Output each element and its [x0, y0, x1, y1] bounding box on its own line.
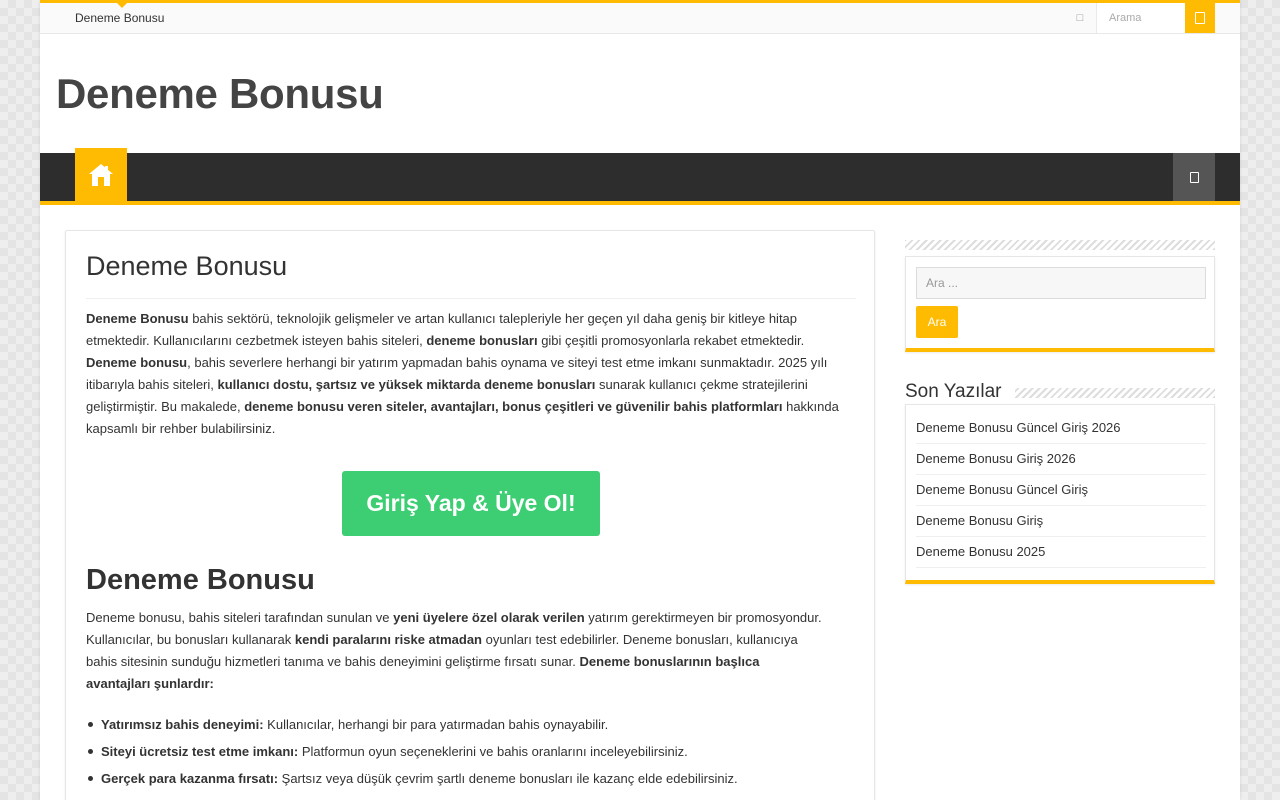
top-search: [1096, 3, 1186, 33]
search-icon: [1195, 12, 1205, 24]
recent-post-link[interactable]: Deneme Bonusu Güncel Giriş 2026: [916, 413, 1206, 444]
page-wrapper: Deneme Bonusu □ Deneme Bonusu Deneme Bon…: [40, 0, 1240, 800]
recent-posts-widget: Deneme Bonusu Güncel Giriş 2026 Deneme Bo…: [905, 404, 1215, 584]
list-item-label: Yatırımsız bahis deneyimi:: [101, 717, 264, 732]
recent-post-link[interactable]: Deneme Bonusu Güncel Giriş: [916, 475, 1206, 506]
recent-post-link[interactable]: Deneme Bonusu 2025: [916, 537, 1206, 568]
widget-divider: [1015, 388, 1215, 398]
bold-text: Deneme Bonusu: [86, 311, 189, 326]
bold-text: deneme bonusları: [426, 333, 538, 348]
text-run: Deneme bonusu, bahis siteleri tarafından…: [86, 610, 394, 625]
list-item: Yatırımsız bahis deneyimi: Kullanıcılar,…: [88, 714, 841, 741]
top-menu-link[interactable]: Deneme Bonusu: [75, 3, 164, 25]
bold-text: kendi paralarını riske atmadan: [294, 632, 482, 647]
list-item-label: Siteyi ücretsiz test etme imkanı:: [101, 744, 299, 759]
advantages-list: Yatırımsız bahis deneyimi: Kullanıcılar,…: [88, 714, 841, 795]
post-intro-paragraph: Deneme Bonusu bahis sektörü, teknolojik …: [86, 308, 856, 440]
bold-text: yeni üyelere özel olarak verilen: [393, 610, 585, 625]
list-item-label: Gerçek para kazanma fırsatı:: [101, 771, 279, 786]
site-title[interactable]: Deneme Bonusu: [56, 70, 384, 118]
random-icon: [1189, 171, 1199, 183]
recent-post-link[interactable]: Deneme Bonusu Giriş: [916, 506, 1206, 537]
section-heading: Deneme Bonusu: [86, 564, 315, 596]
post-content: Deneme Bonusu Deneme Bonusu bahis sektör…: [65, 230, 875, 800]
main-navigation: [40, 148, 1240, 205]
recent-posts-list: Deneme Bonusu Güncel Giriş 2026 Deneme Bo…: [916, 413, 1206, 568]
list-item-text: Şartsız veya düşük çevrim şartlı deneme …: [278, 771, 738, 786]
recent-post-link[interactable]: Deneme Bonusu Giriş 2026: [916, 444, 1206, 475]
list-item-text: Kullanıcılar, herhangi bir para yatırmad…: [263, 717, 609, 732]
sidebar-search-button[interactable]: Ara: [916, 306, 958, 338]
register-cta-button[interactable]: Giriş Yap & Üye Ol!: [342, 471, 600, 536]
top-bar: Deneme Bonusu □: [40, 0, 1240, 34]
text-run: gibi çeşitli promosyonlarla rekabet etme…: [537, 333, 805, 348]
random-post-button[interactable]: [1173, 153, 1215, 201]
list-item-text: Platformun oyun seçeneklerini ve bahis o…: [298, 744, 688, 759]
home-icon: [89, 163, 113, 186]
bold-text: Deneme bonusu: [86, 355, 188, 370]
top-search-input[interactable]: [1097, 3, 1185, 33]
widget-divider: [905, 240, 1215, 250]
section-paragraph: Deneme bonusu, bahis siteleri tarafından…: [86, 607, 826, 695]
rss-icon[interactable]: □: [1074, 11, 1086, 25]
recent-posts-title: Son Yazılar: [905, 381, 1010, 403]
list-item: Gerçek para kazanma fırsatı: Şartsız vey…: [88, 768, 841, 795]
home-button[interactable]: [75, 148, 127, 201]
sidebar-search-input[interactable]: [916, 267, 1206, 299]
post-title: Deneme Bonusu: [86, 251, 856, 299]
search-widget: Ara: [905, 256, 1215, 352]
bold-text: deneme bonusu veren siteler, avantajları…: [244, 399, 783, 414]
list-item: Siteyi ücretsiz test etme imkanı: Platfo…: [88, 741, 841, 768]
bold-text: kullanıcı dostu, şartsız ve yüksek mikta…: [217, 377, 596, 392]
top-search-button[interactable]: [1185, 3, 1215, 33]
